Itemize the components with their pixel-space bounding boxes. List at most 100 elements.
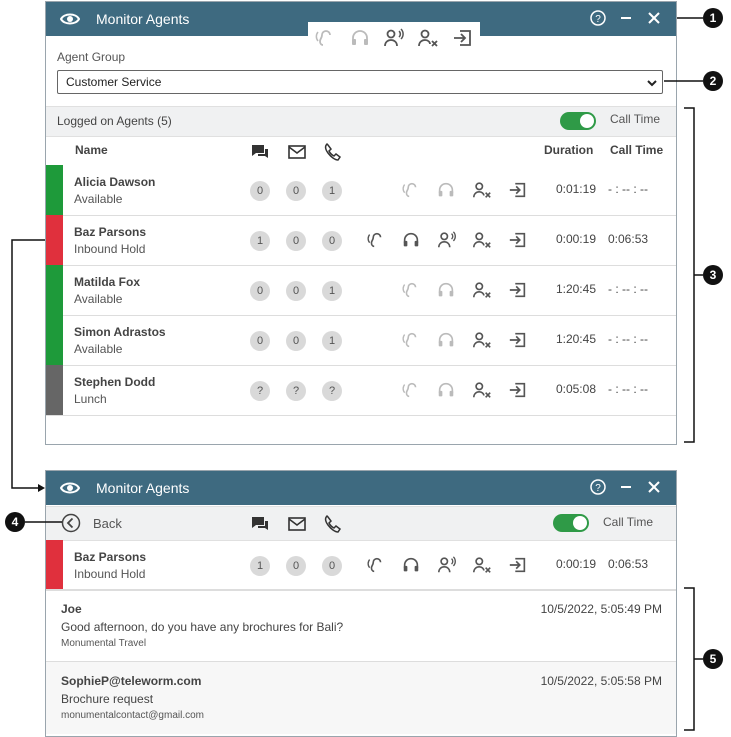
listen-icon[interactable]	[401, 280, 421, 300]
message-item[interactable]: Joe 10/5/2022, 5:05:49 PM Good afternoon, …	[46, 589, 676, 662]
agent-duration: 1:20:45	[555, 282, 596, 296]
call-count-badge: 0	[322, 556, 342, 576]
logout-agent-icon[interactable]	[472, 555, 492, 575]
logout-agent-icon[interactable]	[472, 330, 492, 350]
agent-row[interactable]: Matilda Fox Available 0 0 1 1:20:45- : -- : -…	[46, 265, 676, 316]
minimize-icon[interactable]	[618, 479, 634, 495]
email-count-badge: 0	[286, 231, 306, 251]
status-color-strip	[46, 540, 63, 590]
agent-row[interactable]: Baz Parsons Inbound Hold 1 0 0 0:00:19 0:06:53	[46, 215, 676, 266]
logout-agent-icon[interactable]	[472, 380, 492, 400]
agent-duration: 0:01:19	[555, 182, 596, 196]
call-time-toggle[interactable]	[560, 112, 596, 130]
svg-text:?: ?	[595, 14, 601, 25]
transfer-icon[interactable]	[508, 180, 528, 200]
transfer-icon[interactable]	[508, 330, 528, 350]
headset-icon[interactable]	[436, 330, 456, 350]
email-icon	[287, 514, 307, 534]
barge-icon[interactable]	[437, 555, 457, 575]
barge-icon[interactable]	[383, 27, 405, 49]
agent-status: Lunch	[74, 392, 107, 406]
agent-duration: 0:05:08	[555, 382, 596, 396]
agent-group-value: Customer Service	[66, 75, 162, 89]
agent-status: Available	[74, 192, 123, 206]
listen-icon[interactable]	[401, 180, 421, 200]
barge-icon[interactable]	[437, 230, 457, 250]
agent-status: Inbound Hold	[74, 567, 146, 581]
agent-call-time: - : -- : --	[608, 332, 648, 346]
status-color-strip	[46, 365, 63, 415]
call-count-badge: 0	[322, 231, 342, 251]
logout-agent-icon[interactable]	[472, 280, 492, 300]
close-icon[interactable]	[646, 10, 662, 26]
call-time-toggle[interactable]	[553, 514, 589, 532]
listen-icon[interactable]	[314, 27, 336, 49]
message-sender: Joe	[61, 602, 82, 616]
status-color-strip	[46, 165, 63, 215]
transfer-icon[interactable]	[508, 230, 528, 250]
column-header-call-time: Call Time	[610, 143, 664, 157]
headset-icon[interactable]	[436, 380, 456, 400]
callout-3: 3	[703, 265, 723, 285]
agent-call-time: 0:06:53	[608, 232, 649, 246]
call-time-toggle-label: Call Time	[603, 515, 654, 529]
logged-on-agents-bar: Logged on Agents (5) Call Time	[46, 106, 676, 137]
agent-row[interactable]: Alicia Dawson Available 0 0 1 0:01:19- : -- :…	[46, 165, 676, 216]
agent-name: Simon Adrastos	[74, 325, 166, 339]
logout-agent-icon[interactable]	[417, 27, 439, 49]
close-icon[interactable]	[646, 479, 662, 495]
call-count-badge: 1	[322, 181, 342, 201]
logout-agent-icon[interactable]	[472, 230, 492, 250]
message-text: Good afternoon, do you have any brochure…	[61, 620, 344, 634]
chat-count-badge: 0	[250, 331, 270, 351]
agent-row[interactable]: Simon Adrastos Available 0 0 1 1:20:45- : -- …	[46, 315, 676, 366]
agent-duration: 0:00:19	[555, 557, 596, 571]
email-count-badge: 0	[286, 556, 306, 576]
headset-icon[interactable]	[349, 27, 371, 49]
eye-icon	[60, 11, 80, 27]
headset-icon[interactable]	[401, 230, 421, 250]
transfer-icon[interactable]	[508, 380, 528, 400]
email-icon	[287, 142, 307, 162]
headset-icon[interactable]	[401, 555, 421, 575]
agent-call-time: - : -- : --	[608, 382, 648, 396]
help-icon[interactable]: ?	[590, 10, 606, 26]
call-count-badge: 1	[322, 331, 342, 351]
call-time-toggle-label: Call Time	[610, 112, 661, 126]
message-item[interactable]: SophieP@teleworm.com 10/5/2022, 5:05:58 P…	[46, 661, 676, 734]
agent-status: Available	[74, 292, 123, 306]
transfer-icon[interactable]	[508, 555, 528, 575]
callout-1: 1	[703, 8, 723, 28]
agent-name: Stephen Dodd	[74, 375, 156, 389]
back-button-label[interactable]: Back	[93, 516, 122, 531]
logout-agent-icon[interactable]	[472, 180, 492, 200]
transfer-icon[interactable]	[452, 27, 474, 49]
chat-count-badge: 1	[250, 556, 270, 576]
call-action-toolbar	[308, 22, 480, 54]
minimize-icon[interactable]	[618, 10, 634, 26]
help-icon[interactable]: ?	[590, 479, 606, 495]
chat-count-badge: 1	[250, 231, 270, 251]
status-color-strip	[46, 265, 63, 315]
chevron-down-icon	[646, 77, 658, 89]
listen-icon[interactable]	[401, 330, 421, 350]
agent-duration: 1:20:45	[555, 332, 596, 346]
email-count-badge: ?	[286, 381, 306, 401]
listen-icon[interactable]	[366, 230, 386, 250]
agent-status: Inbound Hold	[74, 242, 146, 256]
listen-icon[interactable]	[401, 380, 421, 400]
headset-icon[interactable]	[436, 280, 456, 300]
transfer-icon[interactable]	[508, 280, 528, 300]
agent-row[interactable]: Stephen Dodd Lunch??? 0:05:08 - : -- : --	[46, 365, 676, 416]
status-color-strip	[46, 315, 63, 365]
back-icon[interactable]	[61, 513, 81, 533]
title-bar: Monitor Agents ?	[46, 471, 676, 505]
listen-icon[interactable]	[366, 555, 386, 575]
chat-count-badge: 0	[250, 181, 270, 201]
message-source: Monumental Travel	[61, 638, 147, 649]
email-count-badge: 0	[286, 281, 306, 301]
headset-icon[interactable]	[436, 180, 456, 200]
message-timestamp: 10/5/2022, 5:05:58 PM	[540, 674, 662, 688]
agent-group-select[interactable]: Customer Service	[57, 70, 663, 94]
callout-4: 4	[5, 512, 25, 532]
